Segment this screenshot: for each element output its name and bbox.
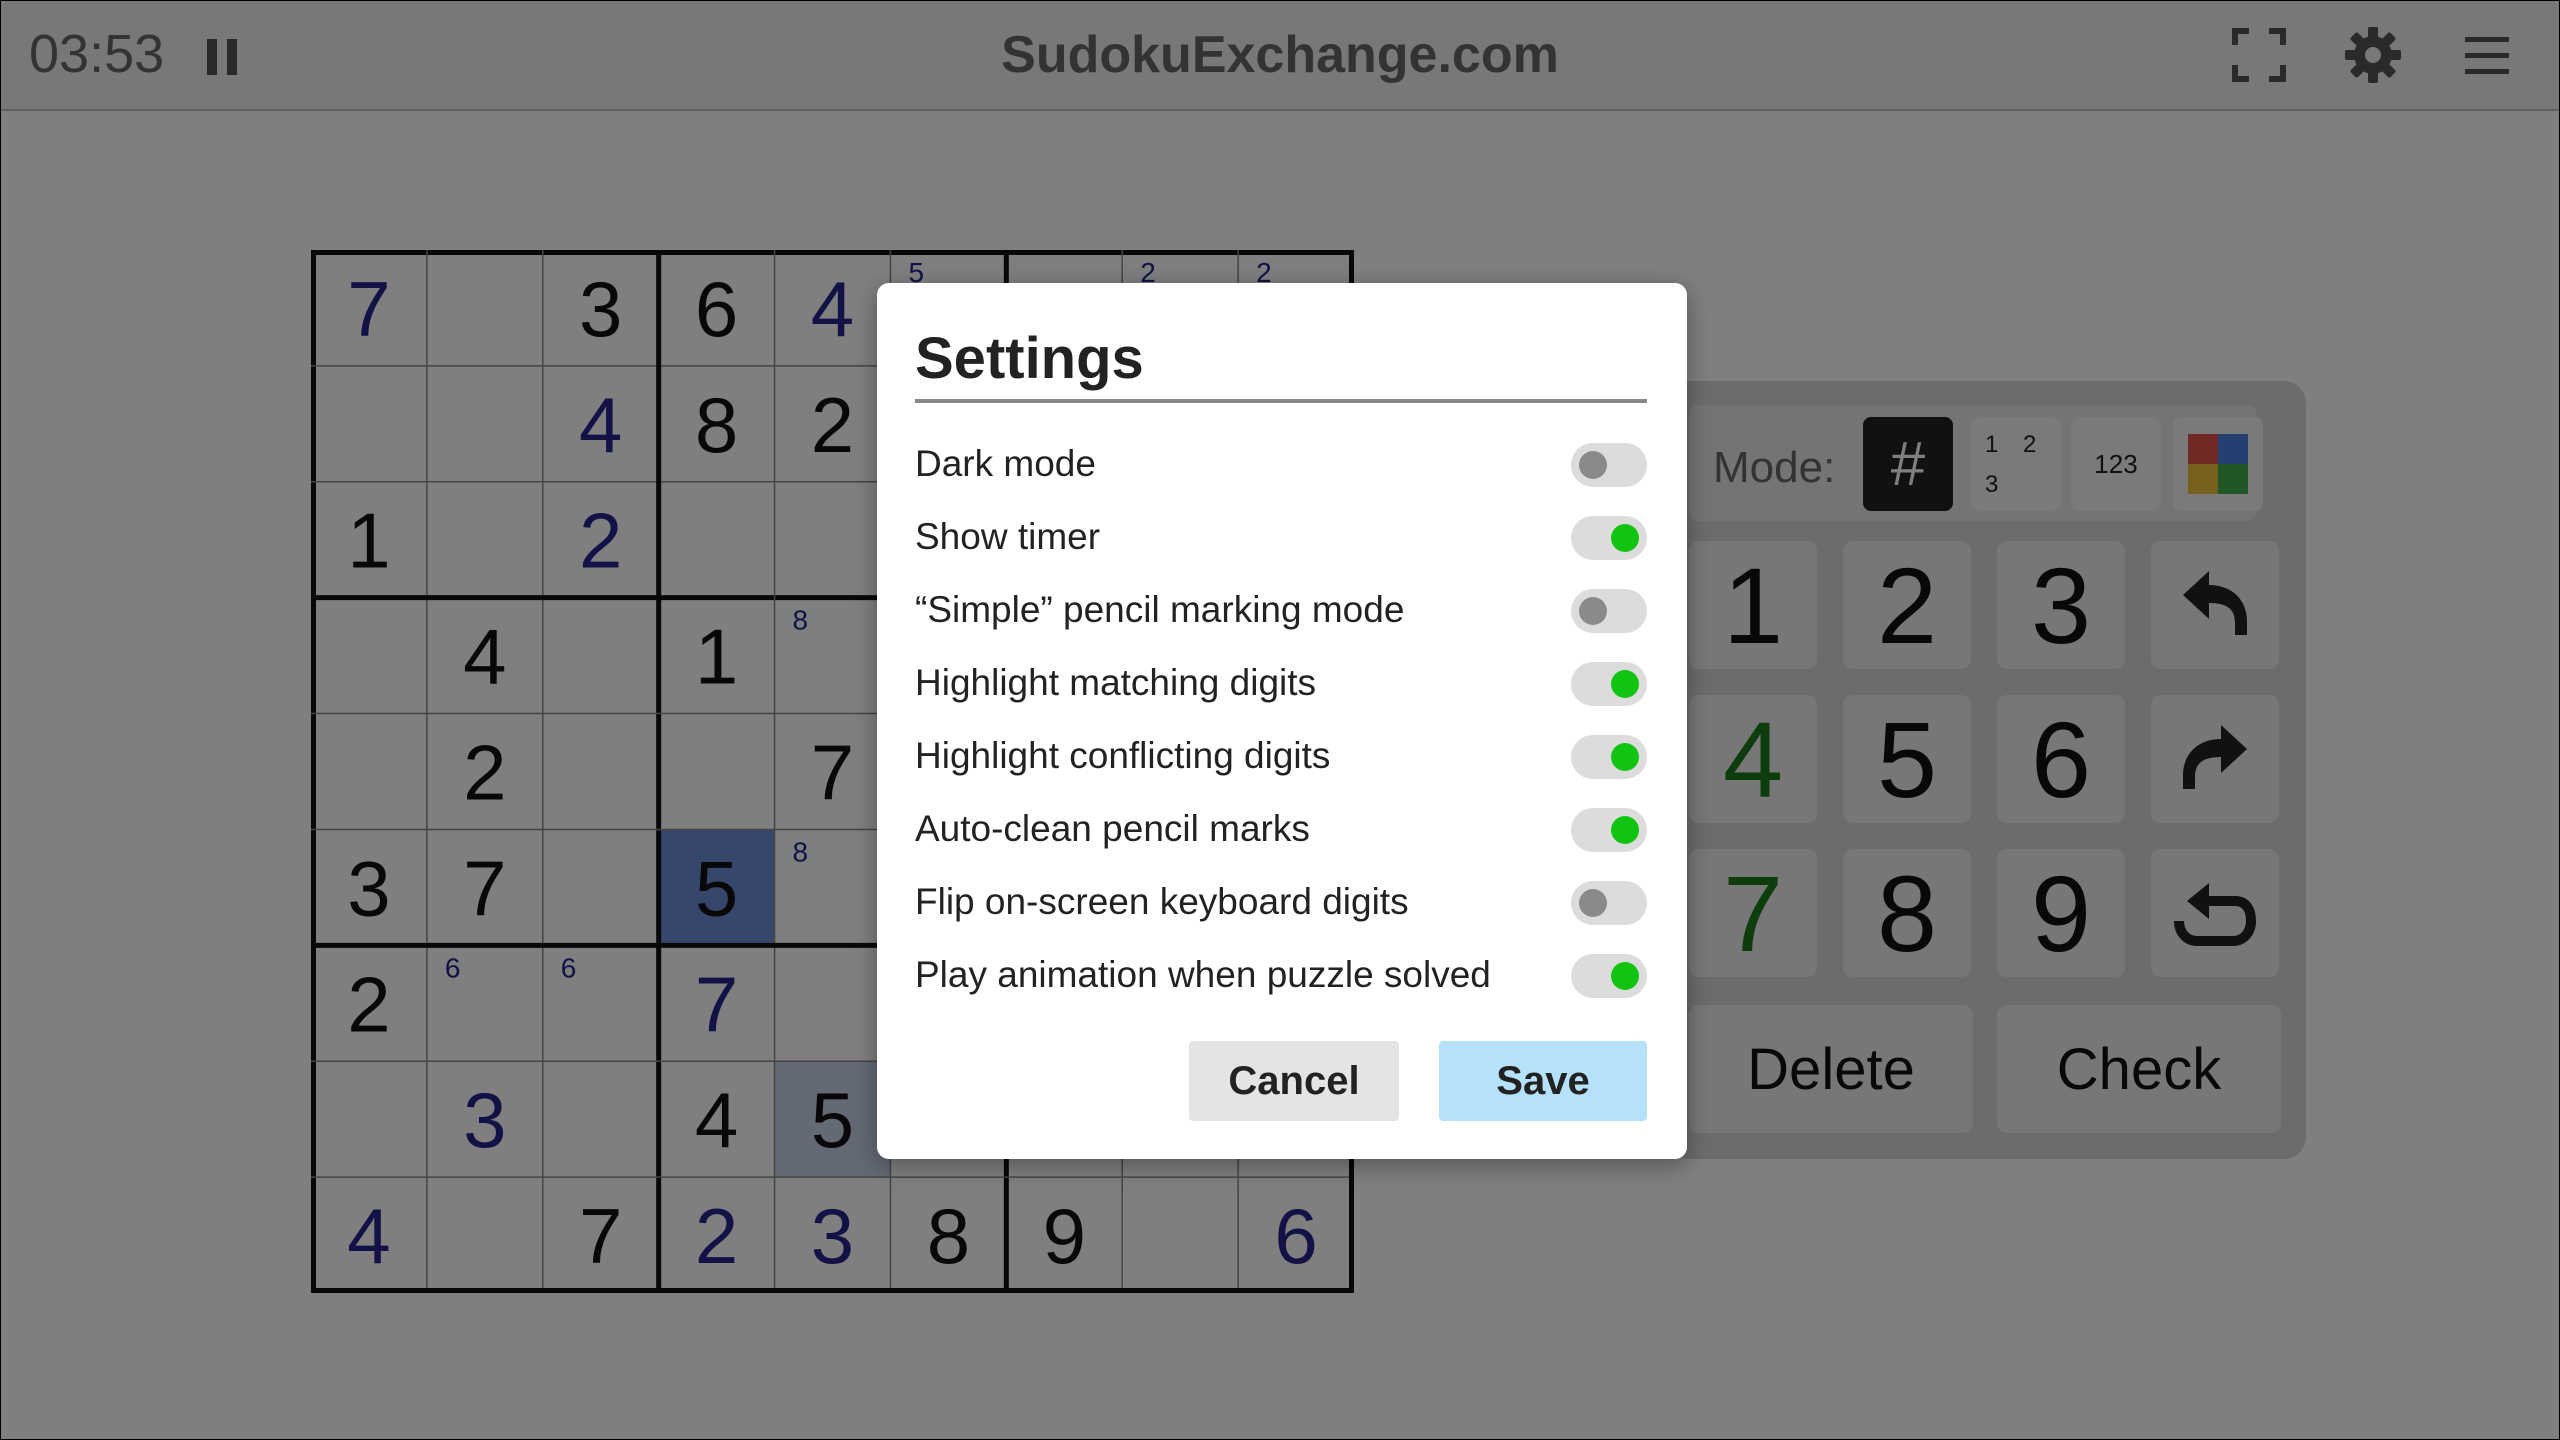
show-timer-toggle[interactable] xyxy=(1571,516,1647,560)
toggle-knob xyxy=(1579,597,1607,625)
setting-label: Play animation when puzzle solved xyxy=(915,954,1491,995)
toggle-knob xyxy=(1611,962,1639,990)
highlight-conflicting-toggle[interactable] xyxy=(1571,735,1647,779)
toggle-knob xyxy=(1579,451,1607,479)
setting-highlight-matching: Highlight matching digits xyxy=(915,654,1647,714)
settings-dialog: Settings Dark mode Show timer “Simple” p… xyxy=(877,283,1687,1159)
dialog-title: Settings xyxy=(915,326,1144,391)
setting-label: Dark mode xyxy=(915,443,1096,484)
toggle-knob xyxy=(1579,889,1607,917)
setting-label: Highlight matching digits xyxy=(915,662,1317,703)
setting-highlight-conflicting: Highlight conflicting digits xyxy=(915,727,1647,787)
save-button[interactable]: Save xyxy=(1439,1041,1647,1121)
toggle-knob xyxy=(1611,816,1639,844)
highlight-matching-toggle[interactable] xyxy=(1571,662,1647,706)
play-animation-toggle[interactable] xyxy=(1571,954,1647,998)
simple-pencil-mode-toggle[interactable] xyxy=(1571,589,1647,633)
toggle-knob xyxy=(1611,524,1639,552)
cancel-button[interactable]: Cancel xyxy=(1189,1041,1399,1121)
setting-simple-pencil-mode: “Simple” pencil marking mode xyxy=(915,581,1647,641)
setting-label: Auto-clean pencil marks xyxy=(915,808,1310,849)
setting-label: “Simple” pencil marking mode xyxy=(915,589,1405,630)
auto-clean-toggle[interactable] xyxy=(1571,808,1647,852)
flip-keyboard-toggle[interactable] xyxy=(1571,881,1647,925)
setting-label: Highlight conflicting digits xyxy=(915,735,1331,776)
app-frame: 03:53 SudokuExchange.com 736452248212418… xyxy=(0,0,2560,1440)
setting-show-timer: Show timer xyxy=(915,508,1647,568)
setting-label: Show timer xyxy=(915,516,1101,557)
setting-auto-clean: Auto-clean pencil marks xyxy=(915,800,1647,860)
toggle-knob xyxy=(1611,670,1639,698)
dark-mode-toggle[interactable] xyxy=(1571,443,1647,487)
setting-dark-mode: Dark mode xyxy=(915,435,1647,495)
setting-play-animation: Play animation when puzzle solved xyxy=(915,946,1647,1006)
toggle-knob xyxy=(1611,743,1639,771)
setting-label: Flip on-screen keyboard digits xyxy=(915,881,1409,922)
title-divider xyxy=(915,399,1647,403)
setting-flip-keyboard: Flip on-screen keyboard digits xyxy=(915,873,1647,933)
